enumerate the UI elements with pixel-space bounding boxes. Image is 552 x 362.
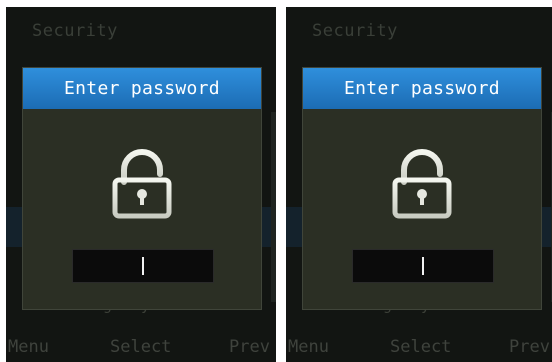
softkey-prev[interactable]: Prev [509, 337, 550, 357]
text-caret [142, 257, 144, 275]
softkey-menu[interactable]: Menu [8, 337, 49, 357]
dialog-title: Enter password [303, 68, 541, 109]
softkey-select[interactable]: Select [390, 337, 451, 357]
softkey-bar: Menu Select Prev [286, 334, 552, 362]
padlock-icon [112, 149, 172, 219]
password-dialog: Enter password [22, 67, 262, 310]
background-scrollbar [271, 112, 276, 302]
phone-screen-right: Security Emergency Number Menu Select Pr… [286, 7, 552, 362]
password-input[interactable] [352, 249, 494, 283]
softkey-prev[interactable]: Prev [229, 337, 270, 357]
softkey-select[interactable]: Select [110, 337, 171, 357]
background-title: Security [32, 21, 118, 41]
background-title: Security [312, 21, 398, 41]
softkey-bar: Menu Select Prev [6, 334, 276, 362]
password-input[interactable] [72, 249, 214, 283]
dialog-title: Enter password [23, 68, 261, 109]
softkey-menu[interactable]: Menu [288, 337, 329, 357]
password-dialog: Enter password [302, 67, 542, 310]
phone-screen-left: Security Emergency Number Menu Select Pr… [6, 7, 276, 362]
text-caret [422, 257, 424, 275]
padlock-icon [392, 149, 452, 219]
